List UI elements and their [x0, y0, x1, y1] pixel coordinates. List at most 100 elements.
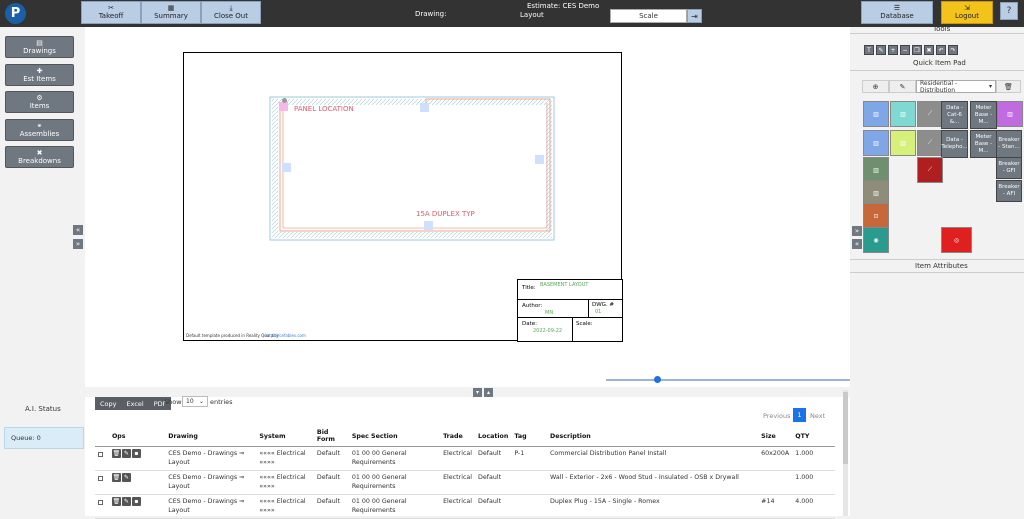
alarm-tile[interactable]: ◎ [941, 227, 972, 253]
column-header-tag[interactable]: Tag [511, 426, 548, 447]
column-header-size[interactable]: Size [758, 426, 793, 447]
table-row[interactable]: 🗑 ✎ CES Demo - Drawings ⇒ Layout «««« Elect… [95, 470, 835, 495]
outlet-marker[interactable] [424, 221, 433, 230]
collapse-down-icon[interactable]: ▾ [473, 388, 482, 397]
column-header-location[interactable]: Location [475, 426, 512, 447]
edit-icon[interactable]: ✎ [121, 473, 131, 482]
sheet-footer-link[interactable]: https://cefables.com [265, 333, 306, 338]
database-label: Database [880, 11, 914, 20]
detail-icon[interactable]: ▪ [131, 449, 141, 458]
delete-icon[interactable]: 🗑 [111, 449, 121, 458]
sidebar-item-breakdowns[interactable]: ✖ Breakdowns [5, 146, 74, 168]
wire-tile[interactable]: ⟋ [917, 130, 943, 156]
quick-tile-data-cat6[interactable]: Data - Cat-6 &... [941, 101, 968, 129]
edit-icon[interactable]: ✎ [121, 497, 131, 506]
quick-tile-breaker-gfi[interactable]: Breaker - GFI [996, 157, 1022, 179]
panel-dot [282, 98, 287, 103]
entries-select[interactable]: 10 ⌄ [182, 396, 208, 407]
collapse-right-icon[interactable]: « [852, 239, 862, 249]
title-block-dwg: DWG. # 01 [588, 299, 623, 318]
zoom-slider-track[interactable] [606, 379, 850, 381]
redo-icon[interactable]: ↷ [948, 45, 958, 55]
scale-apply-icon[interactable]: ⇥ [687, 9, 702, 23]
panel-tile[interactable]: ▥ [863, 101, 889, 127]
quick-tile-breaker-afi[interactable]: Breaker - AFI [996, 180, 1022, 202]
delete-icon[interactable]: 🗑 [111, 473, 121, 482]
expand-up-icon[interactable]: ▴ [484, 388, 493, 397]
delete-tool-icon[interactable]: ✖ [924, 45, 934, 55]
outlet-marker[interactable] [420, 103, 429, 112]
outlet-tile[interactable]: ⊡ [863, 203, 889, 229]
quick-tile-breaker-standard[interactable]: Breaker - Stan... [996, 130, 1022, 158]
row-checkbox[interactable] [98, 476, 103, 481]
trash-icon[interactable]: 🗑 [996, 80, 1021, 93]
help-icon[interactable]: ? [1000, 2, 1018, 20]
previous-page[interactable]: Previous [763, 412, 790, 420]
panel-tile[interactable]: ▥ [997, 101, 1023, 127]
summary-button[interactable]: ▦ Summary [141, 1, 201, 24]
select-col-header [95, 426, 109, 447]
takeoff-button[interactable]: ✂ Takeoff [81, 1, 141, 24]
panel-tile[interactable]: ▥ [890, 101, 916, 127]
receptacle-tile[interactable]: ◉ [863, 227, 889, 253]
zoom-in-icon[interactable]: + [888, 45, 898, 55]
wire-tile[interactable]: ⟋ [917, 157, 943, 183]
column-header-ops[interactable]: Ops [108, 426, 166, 447]
table-row[interactable]: 🗑 ✎ ▪ CES Demo - Drawings ⇒ Layout «««« Elec… [95, 446, 835, 471]
add-item-icon[interactable]: ⊕ [862, 80, 889, 93]
date-label: Date: [522, 321, 537, 327]
column-header-bid-form[interactable]: Bid Form [313, 426, 349, 447]
text-tool-icon[interactable]: T [864, 45, 874, 55]
sidebar-item-assemblies[interactable]: ⚭ Assemblies [5, 118, 74, 141]
date-value: 2022-09-22 [533, 328, 563, 334]
edit-item-icon[interactable]: ✎ [889, 80, 916, 93]
zoom-slider-handle[interactable] [654, 376, 661, 383]
row-checkbox[interactable] [98, 500, 103, 505]
column-header-system[interactable]: System [256, 426, 314, 447]
column-header-trade[interactable]: Trade [440, 426, 476, 447]
sidebar-item-est-items[interactable]: ✚ Est Items [5, 63, 74, 86]
close-out-button[interactable]: ⤓ Close Out [201, 1, 261, 24]
column-header-qty[interactable]: QTY [792, 426, 835, 447]
panel-marker[interactable] [279, 102, 288, 111]
column-header-description[interactable]: Description [547, 426, 759, 447]
table-row[interactable]: 🗑 ✎ ▪ CES Demo - Drawings ⇒ Layout «««« Elec… [95, 494, 835, 519]
page-1[interactable]: 1 [793, 408, 806, 422]
quick-tile-meter-base[interactable]: Meter Base - M... [970, 101, 997, 129]
scale-select[interactable]: Scale [610, 9, 687, 23]
estimate-table: Ops Drawing System Bid Form Spec Section Trad… [95, 426, 835, 519]
scrollbar-thumb[interactable] [843, 392, 848, 464]
undo-icon[interactable]: ↶ [936, 45, 946, 55]
edit-icon[interactable]: ✎ [121, 449, 131, 458]
sidebar-item-drawings[interactable]: ▤ Drawings [5, 36, 74, 58]
sidebar-item-items[interactable]: ⚙ Items [5, 91, 74, 113]
panel-tile[interactable]: ▥ [863, 130, 889, 156]
detail-icon[interactable]: ▪ [131, 497, 141, 506]
category-select[interactable]: Residential - Distribution ▾ [916, 80, 996, 94]
quick-tile-meter-base[interactable]: Meter Base - M... [970, 130, 997, 158]
title-label: Title: [522, 285, 536, 291]
logout-button[interactable]: ⇲ Logout [941, 1, 993, 24]
expand-left-icon[interactable]: » [73, 239, 83, 249]
excel-button[interactable]: Excel [121, 397, 149, 410]
row-checkbox[interactable] [98, 452, 103, 457]
panel-tile[interactable]: ▥ [890, 130, 916, 156]
vertical-scrollbar[interactable] [843, 390, 848, 516]
outlet-marker[interactable] [535, 155, 544, 164]
app-logo[interactable]: P [5, 3, 26, 24]
copy-button[interactable]: Copy [95, 397, 122, 410]
wire-tile[interactable]: ⟋ [917, 101, 943, 127]
next-page[interactable]: Next [810, 412, 825, 420]
database-button[interactable]: ☰ Database [861, 1, 933, 24]
cell-system: «««« Electrical »»»» [256, 494, 314, 519]
collapse-left-icon[interactable]: « [73, 225, 83, 235]
zoom-out-icon[interactable]: − [900, 45, 910, 55]
quick-tile-data-telephone[interactable]: Data - Telepho... [941, 130, 968, 158]
outlet-marker[interactable] [282, 163, 291, 172]
expand-right-icon[interactable]: » [852, 226, 862, 236]
copy-tool-icon[interactable]: ❐ [912, 45, 922, 55]
delete-icon[interactable]: 🗑 [111, 497, 121, 506]
column-header-drawing[interactable]: Drawing [165, 426, 257, 447]
column-header-spec-section[interactable]: Spec Section [348, 426, 441, 447]
pencil-tool-icon[interactable]: ✎ [876, 45, 886, 55]
